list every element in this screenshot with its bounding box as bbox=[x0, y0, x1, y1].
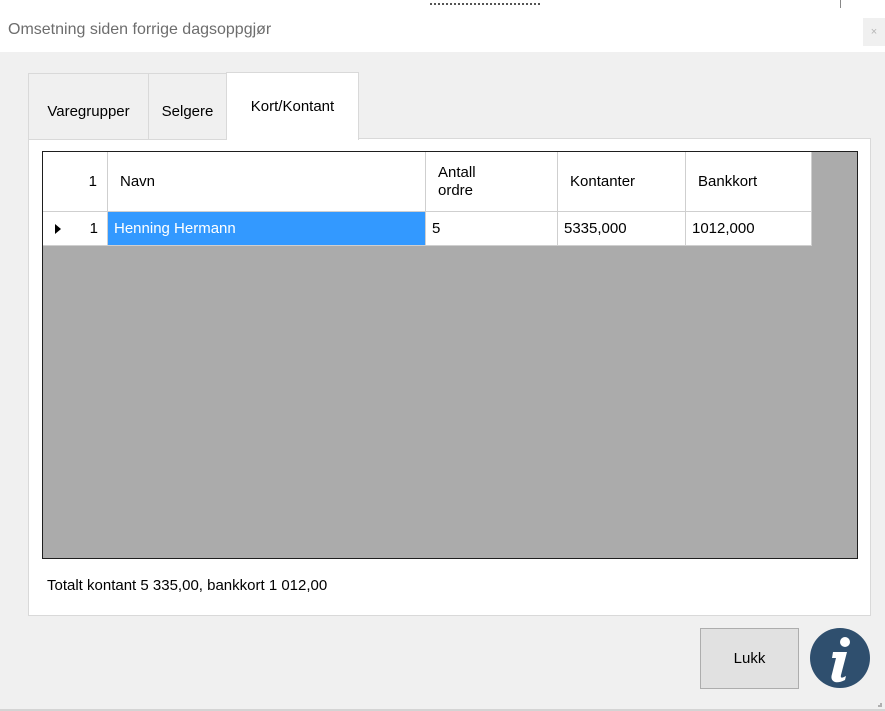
tab-selgere[interactable]: Selgere bbox=[148, 73, 227, 140]
column-header-bankkort[interactable]: Bankkort bbox=[686, 152, 812, 212]
cell-value: 5 bbox=[432, 220, 441, 237]
lukk-button[interactable]: Lukk bbox=[700, 628, 799, 689]
column-header-label: Antall ordre bbox=[438, 163, 476, 199]
resize-grip-icon[interactable] bbox=[878, 703, 882, 707]
column-header-label: Bankkort bbox=[698, 172, 758, 190]
info-icon-graphic bbox=[810, 628, 870, 688]
info-icon[interactable] bbox=[809, 627, 871, 689]
cell-kontanter[interactable]: 5335,000 bbox=[558, 212, 686, 246]
column-header-navn[interactable]: Navn bbox=[108, 152, 426, 212]
cell-bankkort[interactable]: 1012,000 bbox=[686, 212, 812, 246]
tab-label: Varegrupper bbox=[47, 103, 130, 120]
row-header[interactable]: 1 bbox=[43, 212, 108, 246]
window-title: Omsetning siden forrige dagsoppgjør bbox=[8, 21, 272, 38]
column-header-antall-ordre[interactable]: Antall ordre bbox=[426, 152, 558, 212]
column-header-label: Navn bbox=[120, 172, 156, 190]
cell-value: 5335,000 bbox=[564, 220, 627, 237]
button-label: Lukk bbox=[733, 650, 766, 667]
background-window-edge bbox=[430, 0, 540, 5]
cell-value: 1012,000 bbox=[692, 220, 755, 237]
cell-antall-ordre[interactable]: 5 bbox=[426, 212, 558, 246]
close-icon: × bbox=[870, 26, 878, 38]
background-window-divider bbox=[840, 0, 841, 8]
window-close-button[interactable]: × bbox=[863, 18, 885, 46]
tab-label: Selgere bbox=[161, 103, 214, 120]
row-selector-arrow-icon bbox=[55, 224, 61, 234]
cell-navn[interactable]: Henning Hermann bbox=[108, 212, 426, 246]
title-bar: Omsetning siden forrige dagsoppgjør × bbox=[0, 0, 885, 52]
row-count-label: 1 bbox=[88, 172, 97, 190]
cell-value: Henning Hermann bbox=[114, 220, 236, 237]
row-header-corner[interactable]: 1 bbox=[43, 152, 108, 212]
column-header-label: Kontanter bbox=[570, 172, 636, 190]
tab-kort-kontant[interactable]: Kort/Kontant bbox=[226, 72, 359, 140]
tab-varegrupper[interactable]: Varegrupper bbox=[28, 73, 149, 140]
table-row[interactable]: 1 Henning Hermann 5 5335,000 1012,000 bbox=[43, 212, 812, 246]
data-grid[interactable]: 1 Navn Antall ordre Kontanter Bankkort 1… bbox=[42, 151, 858, 559]
tab-label: Kort/Kontant bbox=[250, 98, 335, 115]
tab-strip: Varegrupper Selgere Kort/Kontant bbox=[28, 72, 368, 140]
column-header-kontanter[interactable]: Kontanter bbox=[558, 152, 686, 212]
grid-header-row: 1 Navn Antall ordre Kontanter Bankkort bbox=[43, 152, 812, 212]
totals-summary: Totalt kontant 5 335,00, bankkort 1 012,… bbox=[47, 577, 328, 594]
row-number: 1 bbox=[89, 220, 98, 237]
